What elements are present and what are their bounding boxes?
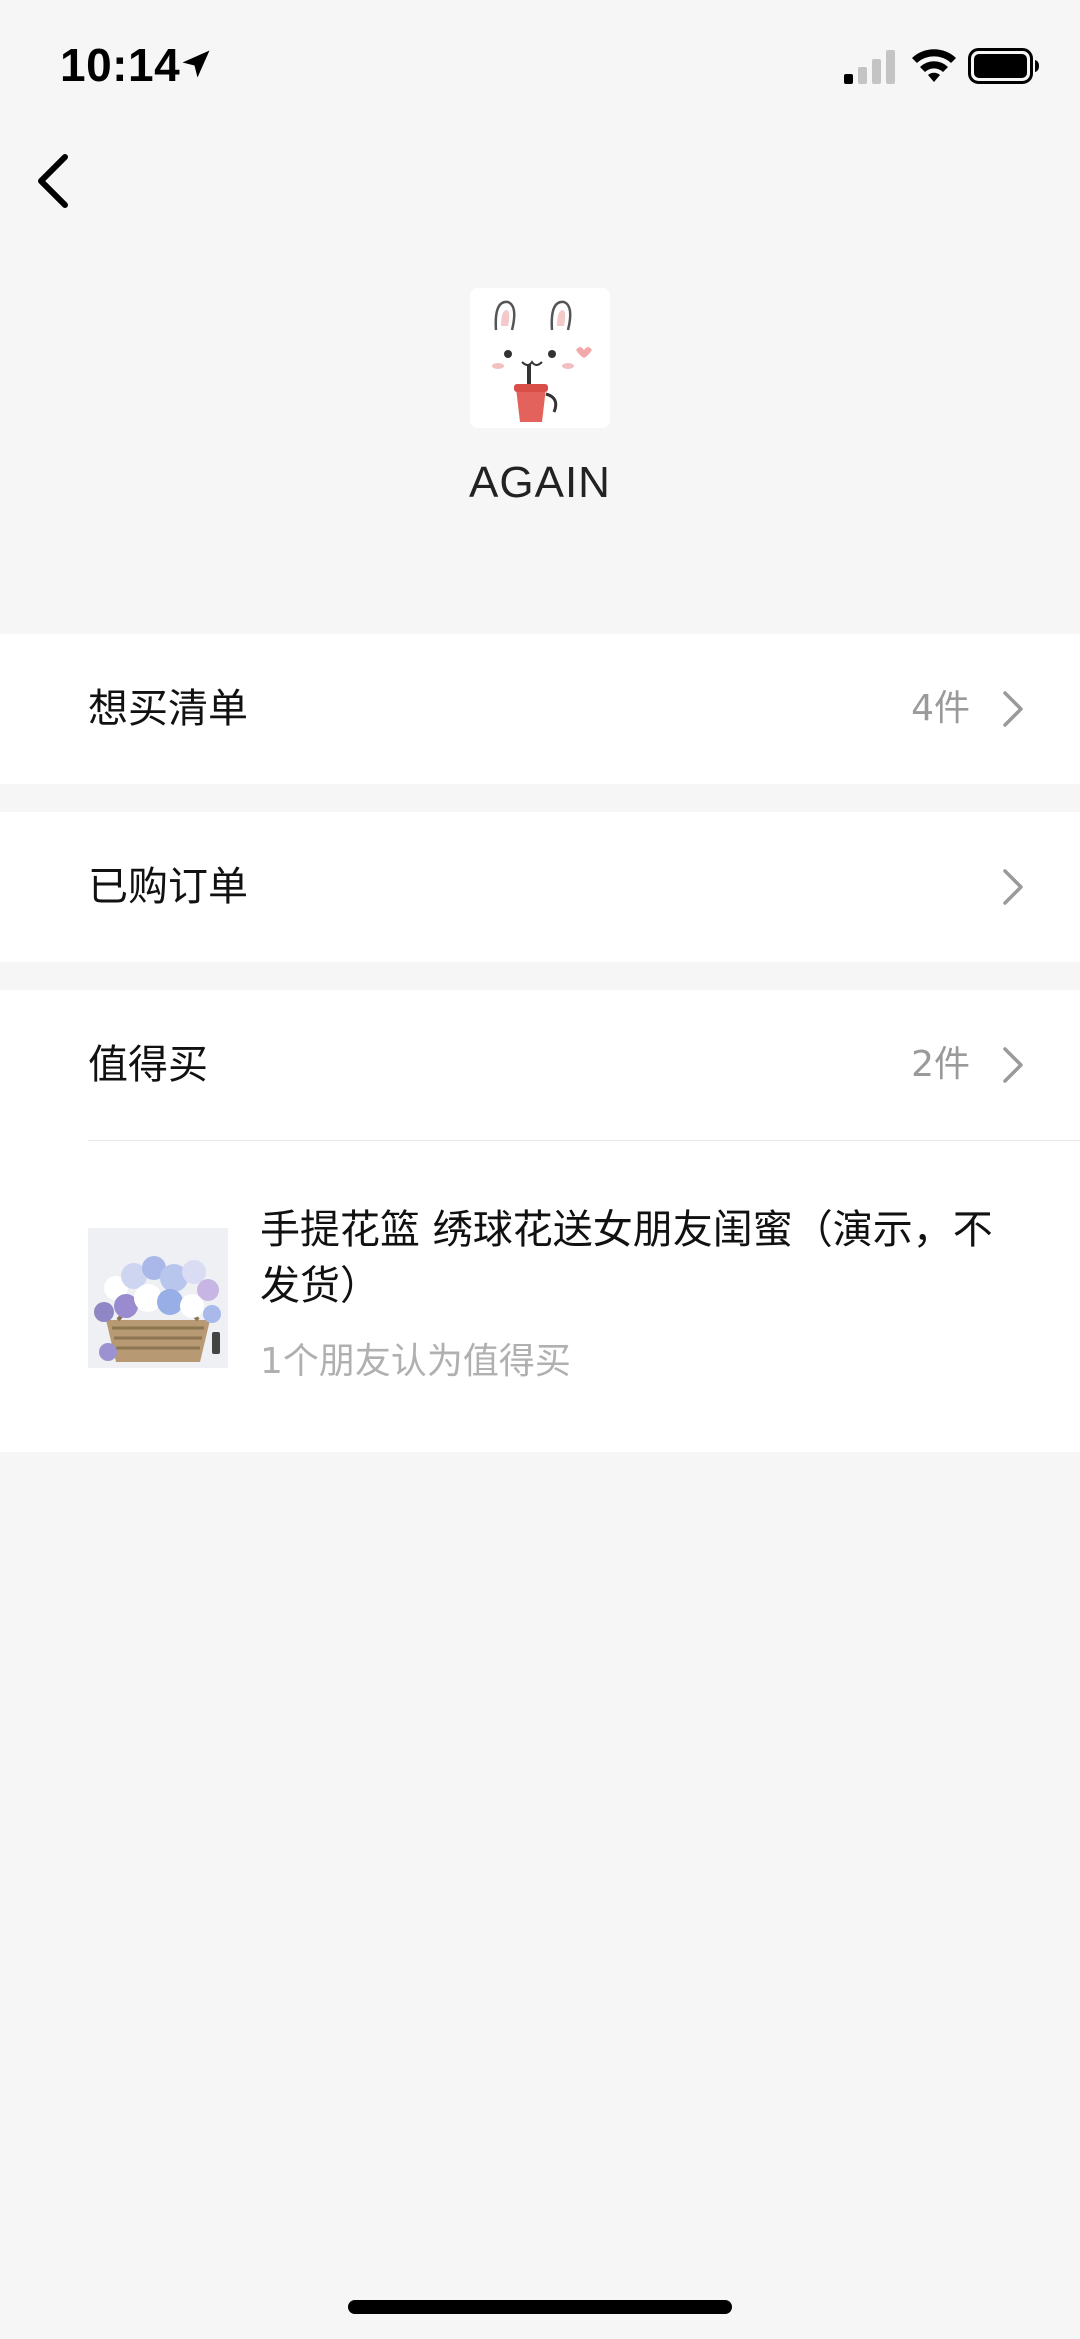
chevron-right-icon (1003, 869, 1023, 905)
chevron-right-icon (1003, 691, 1023, 727)
worth-buying-label: 值得买 (88, 1042, 208, 1088)
wifi-icon (912, 49, 956, 82)
bunny-drink-avatar (470, 288, 610, 428)
product-title: 手提花篮 绣球花送女朋友闺蜜（演示，不发货） (260, 1207, 993, 1309)
chevron-left-icon (38, 154, 68, 208)
location-arrow-icon (182, 50, 210, 78)
product-image (88, 1228, 228, 1368)
worth-buying-row[interactable]: 值得买 2件 (0, 990, 1080, 1140)
orders-label: 已购订单 (88, 864, 248, 910)
home-indicator[interactable] (348, 2300, 732, 2314)
cellular-signal-icon (844, 50, 895, 84)
back-button[interactable] (18, 146, 88, 216)
divider (88, 1140, 1080, 1141)
product-item[interactable]: 手提花篮 绣球花送女朋友闺蜜（演示，不发货） 1个朋友认为值得买 (0, 1140, 1080, 1452)
wishlist-section: 想买清单 4件 (0, 634, 1080, 784)
wishlist-row[interactable]: 想买清单 4件 (0, 634, 1080, 784)
flower-basket-thumbnail (88, 1228, 228, 1368)
worth-buying-count: 2件 (911, 1044, 970, 1085)
wishlist-label: 想买清单 (88, 686, 248, 732)
worth-buying-section: 值得买 2件 手提花篮 绣球花送女朋友闺蜜（演示，不发货） 1个朋友认为值得买 (0, 990, 1080, 1452)
product-subtitle: 1个朋友认为值得买 (260, 1341, 571, 1382)
status-time: 10:14 (60, 39, 181, 91)
status-bar: 10:14 (0, 0, 1080, 132)
profile-name: AGAIN (469, 458, 611, 507)
battery-icon (968, 48, 1039, 84)
chevron-right-icon (1003, 1047, 1023, 1083)
wishlist-count: 4件 (911, 688, 970, 729)
screen: 10:14 AGAIN 想买清单 4件 已购订单 值得买 2件 手提花篮 绣球花… (0, 0, 1080, 2339)
orders-row[interactable]: 已购订单 (0, 812, 1080, 962)
avatar[interactable] (470, 288, 610, 428)
orders-section: 已购订单 (0, 812, 1080, 962)
